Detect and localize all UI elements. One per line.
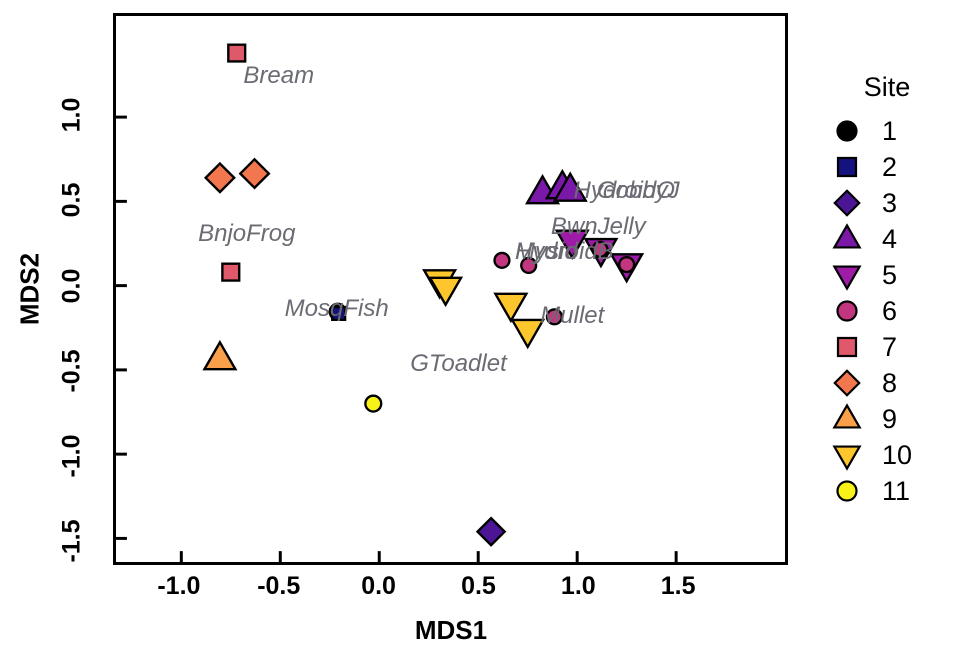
legend-marker-glyph <box>832 403 862 429</box>
legend-item-label: 8 <box>882 367 898 398</box>
legend-title: Site <box>863 72 911 102</box>
y-tick-label: -0.5 <box>57 349 86 393</box>
legend-marker-glyph <box>832 445 862 471</box>
x-tick-label: -0.5 <box>257 572 301 600</box>
triangle-down-marker-icon <box>826 258 868 292</box>
nmds-ordination-figure: -1.0 -0.5 0.0 0.5 1.0 1.5 -1.5 -1.0 -0.5 0.0 0.5 1… <box>0 0 960 672</box>
circle-marker-icon <box>826 114 868 148</box>
plot-canvas <box>116 43 678 562</box>
legend-marker-glyph <box>836 480 858 502</box>
legend-item-site-9[interactable]: 9 <box>826 401 956 437</box>
triangle-down-marker-icon <box>826 438 868 472</box>
point-label: MosqFish <box>284 295 389 323</box>
legend-item-label: 1 <box>882 115 898 146</box>
legend-item-label: 5 <box>882 259 898 290</box>
legend-item-site-11[interactable]: 11 <box>826 473 956 509</box>
data-point <box>203 161 236 194</box>
y-tick-label: 0.0 <box>57 268 86 303</box>
data-point <box>618 255 636 274</box>
y-axis-title: MDS2 <box>14 252 45 326</box>
legend-item-label: 11 <box>882 475 911 506</box>
legend-item-label: 2 <box>882 151 898 182</box>
y-tick-label: -1.5 <box>57 519 86 563</box>
circle-marker-icon <box>826 294 868 328</box>
legend-items: 1 2 3 4 5 6 7 8 9 10 11 <box>826 113 956 509</box>
legend-marker-glyph <box>833 189 861 217</box>
data-point <box>493 251 511 269</box>
legend-item-label: 10 <box>882 439 913 470</box>
legend: Site 1 2 3 4 5 6 7 8 9 10 11 <box>826 72 956 509</box>
data-point <box>510 318 546 350</box>
point-label: BwnJelly <box>550 212 646 240</box>
y-tick-label: 0.5 <box>57 183 86 218</box>
x-axis-title: MDS1 <box>414 615 488 645</box>
data-series-site-9 <box>202 339 238 371</box>
data-point <box>227 43 247 63</box>
legend-item-site-1[interactable]: 1 <box>826 113 956 149</box>
square-marker-icon <box>826 330 868 364</box>
data-series-site-3 <box>475 516 507 547</box>
point-label: GToadlet <box>410 349 507 377</box>
data-point <box>202 339 238 371</box>
legend-item-label: 4 <box>882 223 898 254</box>
legend-marker-glyph <box>836 300 858 322</box>
data-point <box>364 394 383 413</box>
legend-marker-glyph <box>832 265 862 291</box>
data-point <box>493 292 529 324</box>
legend-item-site-5[interactable]: 5 <box>826 257 956 293</box>
data-point <box>221 262 241 282</box>
triangle-up-marker-icon <box>826 402 868 436</box>
triangle-up-marker-icon <box>826 222 868 256</box>
x-tick-label: -1.0 <box>157 572 201 600</box>
legend-item-site-6[interactable]: 6 <box>826 293 956 329</box>
x-tick-label: 0.0 <box>361 572 396 600</box>
data-point <box>428 276 464 308</box>
x-tick-label: 0.5 <box>461 572 496 600</box>
legend-item-site-8[interactable]: 8 <box>826 365 956 401</box>
point-label: Bream <box>243 62 315 90</box>
data-point <box>475 516 507 547</box>
point-label: BnjoFrog <box>198 220 296 248</box>
plot-panel <box>113 13 788 565</box>
legend-item-label: 6 <box>882 295 898 326</box>
legend-item-site-2[interactable]: 2 <box>826 149 956 185</box>
legend-item-label: 9 <box>882 403 898 434</box>
legend-marker-glyph <box>836 120 858 142</box>
circle-marker-icon <box>826 474 868 508</box>
x-tick-label: 1.0 <box>560 572 596 600</box>
data-series-site-11 <box>364 394 383 413</box>
data-series-site-10 <box>422 269 546 350</box>
legend-item-site-7[interactable]: 7 <box>826 329 956 365</box>
diamond-marker-icon <box>826 186 868 220</box>
legend-marker-glyph <box>833 369 861 397</box>
point-label: GobbyJ <box>596 177 680 205</box>
legend-marker-glyph <box>836 336 858 358</box>
point-label: HydroidB <box>514 238 614 266</box>
legend-item-site-10[interactable]: 10 <box>826 437 956 473</box>
legend-item-site-3[interactable]: 3 <box>826 185 956 221</box>
legend-item-site-4[interactable]: 4 <box>826 221 956 257</box>
y-tick-label: 1.0 <box>57 97 86 133</box>
data-point <box>238 157 271 190</box>
y-tick-label: -1.0 <box>57 434 86 478</box>
point-label: Mullet <box>540 302 605 330</box>
legend-item-label: 3 <box>882 187 898 218</box>
legend-marker-glyph <box>832 223 862 249</box>
data-series-site-8 <box>203 157 271 194</box>
x-tick-label: 1.5 <box>660 572 696 600</box>
square-marker-icon <box>826 150 868 184</box>
legend-marker-glyph <box>836 156 858 178</box>
diamond-marker-icon <box>826 366 868 400</box>
legend-item-label: 7 <box>882 331 898 362</box>
